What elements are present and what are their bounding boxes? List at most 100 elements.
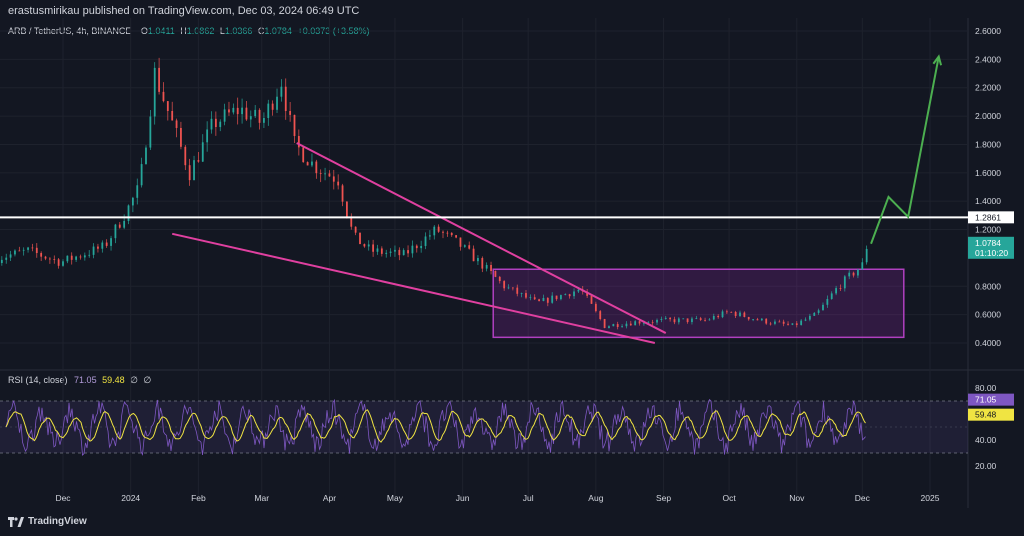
candle-body	[560, 295, 562, 300]
candle-body	[677, 318, 680, 323]
time-tick-label: 2024	[121, 493, 140, 503]
candle-body	[31, 247, 34, 249]
candle-body	[835, 288, 837, 294]
candle-body	[420, 245, 423, 249]
candle-body	[88, 254, 91, 256]
candle-body	[380, 248, 383, 254]
candle-body	[594, 303, 597, 312]
rsi-tick-label: 40.00	[975, 435, 997, 445]
candle-body	[782, 321, 785, 324]
candle-body	[704, 319, 706, 321]
candle-body	[402, 250, 405, 256]
candle-body	[385, 252, 388, 254]
candle-body	[289, 111, 292, 115]
candle-body	[27, 247, 29, 250]
time-tick-label: Dec	[855, 493, 871, 503]
candle-body	[75, 256, 78, 260]
candle-body	[612, 324, 615, 327]
candle-body	[516, 287, 519, 294]
candle-body	[843, 276, 846, 289]
time-tick-label: May	[387, 493, 404, 503]
time-tick-label: Oct	[722, 493, 736, 503]
candle-body	[236, 107, 239, 115]
price-tick-label: 1.2000	[975, 225, 1001, 235]
candle-body	[62, 261, 64, 266]
candle-body	[625, 323, 628, 327]
price-tick-label: 2.4000	[975, 54, 1001, 64]
candle-body	[830, 293, 833, 299]
candle-body	[376, 248, 379, 252]
candle-body	[734, 311, 737, 316]
price-tick-label: 1.8000	[975, 139, 1001, 149]
candle-body	[725, 311, 728, 313]
candle-body	[284, 86, 287, 112]
candle-body	[415, 245, 418, 249]
price-tick-label: 0.4000	[975, 338, 1001, 348]
candle-body	[293, 114, 296, 137]
candle-body	[568, 294, 571, 297]
candle-body	[136, 185, 139, 198]
rsi-tick-label: 80.00	[975, 383, 997, 393]
candle-body	[206, 129, 209, 143]
time-tick-label: 2025	[921, 493, 940, 503]
candle-body	[459, 237, 462, 247]
tradingview-logo-icon	[8, 516, 24, 527]
candle-body	[494, 270, 497, 277]
candle-body	[599, 311, 602, 320]
candle-body	[664, 317, 667, 319]
candle-body	[608, 326, 610, 328]
candle-body	[686, 318, 689, 323]
candle-body	[324, 173, 326, 175]
candle-body	[306, 162, 309, 166]
candle-body	[743, 312, 746, 317]
candle-body	[319, 173, 322, 174]
candle-body	[70, 255, 73, 260]
candle-body	[18, 250, 21, 252]
candle-body	[485, 264, 488, 269]
candle-body	[691, 318, 693, 323]
candle-body	[673, 319, 676, 323]
candle-body	[463, 245, 466, 247]
price-tick-label: 2.2000	[975, 83, 1001, 93]
candle-body	[826, 298, 829, 305]
candle-body	[359, 232, 361, 245]
candle-body	[533, 297, 536, 300]
candle-body	[800, 320, 803, 325]
candle-body	[573, 291, 575, 297]
chart-canvas[interactable]: 2.6000 2.4000 2.2000 2.0000 1.8000 1.6000 1.40…	[0, 0, 1024, 536]
candle-body	[424, 236, 427, 246]
candle-body	[66, 255, 69, 262]
footer-brand[interactable]: TradingView	[28, 516, 87, 527]
candle-body	[175, 120, 178, 128]
candle-body	[555, 295, 558, 300]
candle-body	[865, 248, 868, 263]
candle-body	[398, 249, 401, 256]
candle-body	[114, 224, 117, 239]
candle-body	[852, 272, 855, 276]
candle-body	[302, 147, 305, 163]
candle-body	[394, 249, 396, 252]
candle-body	[791, 323, 794, 325]
projection-arrow	[870, 56, 940, 245]
candle-body	[407, 250, 409, 254]
candle-body	[490, 264, 492, 271]
candle-body	[171, 110, 174, 121]
price-tick-label: 1.6000	[975, 168, 1001, 178]
candle-body	[328, 173, 331, 177]
time-tick-label: Dec	[55, 493, 71, 503]
candle-body	[14, 250, 16, 255]
time-tick-label: Nov	[789, 493, 805, 503]
candle-body	[603, 319, 606, 328]
candle-body	[616, 324, 619, 327]
time-tick-label: Jul	[523, 493, 534, 503]
candle-body	[472, 248, 475, 262]
candle-body	[79, 256, 82, 258]
candle-body	[48, 258, 51, 260]
candle-body	[188, 165, 191, 181]
rsi-tick-label: 20.00	[975, 461, 997, 471]
candle-body	[507, 287, 510, 289]
candle-body	[118, 224, 121, 228]
candle-body	[311, 161, 313, 166]
candle-body	[839, 288, 842, 289]
time-tick-label: Feb	[191, 493, 206, 503]
